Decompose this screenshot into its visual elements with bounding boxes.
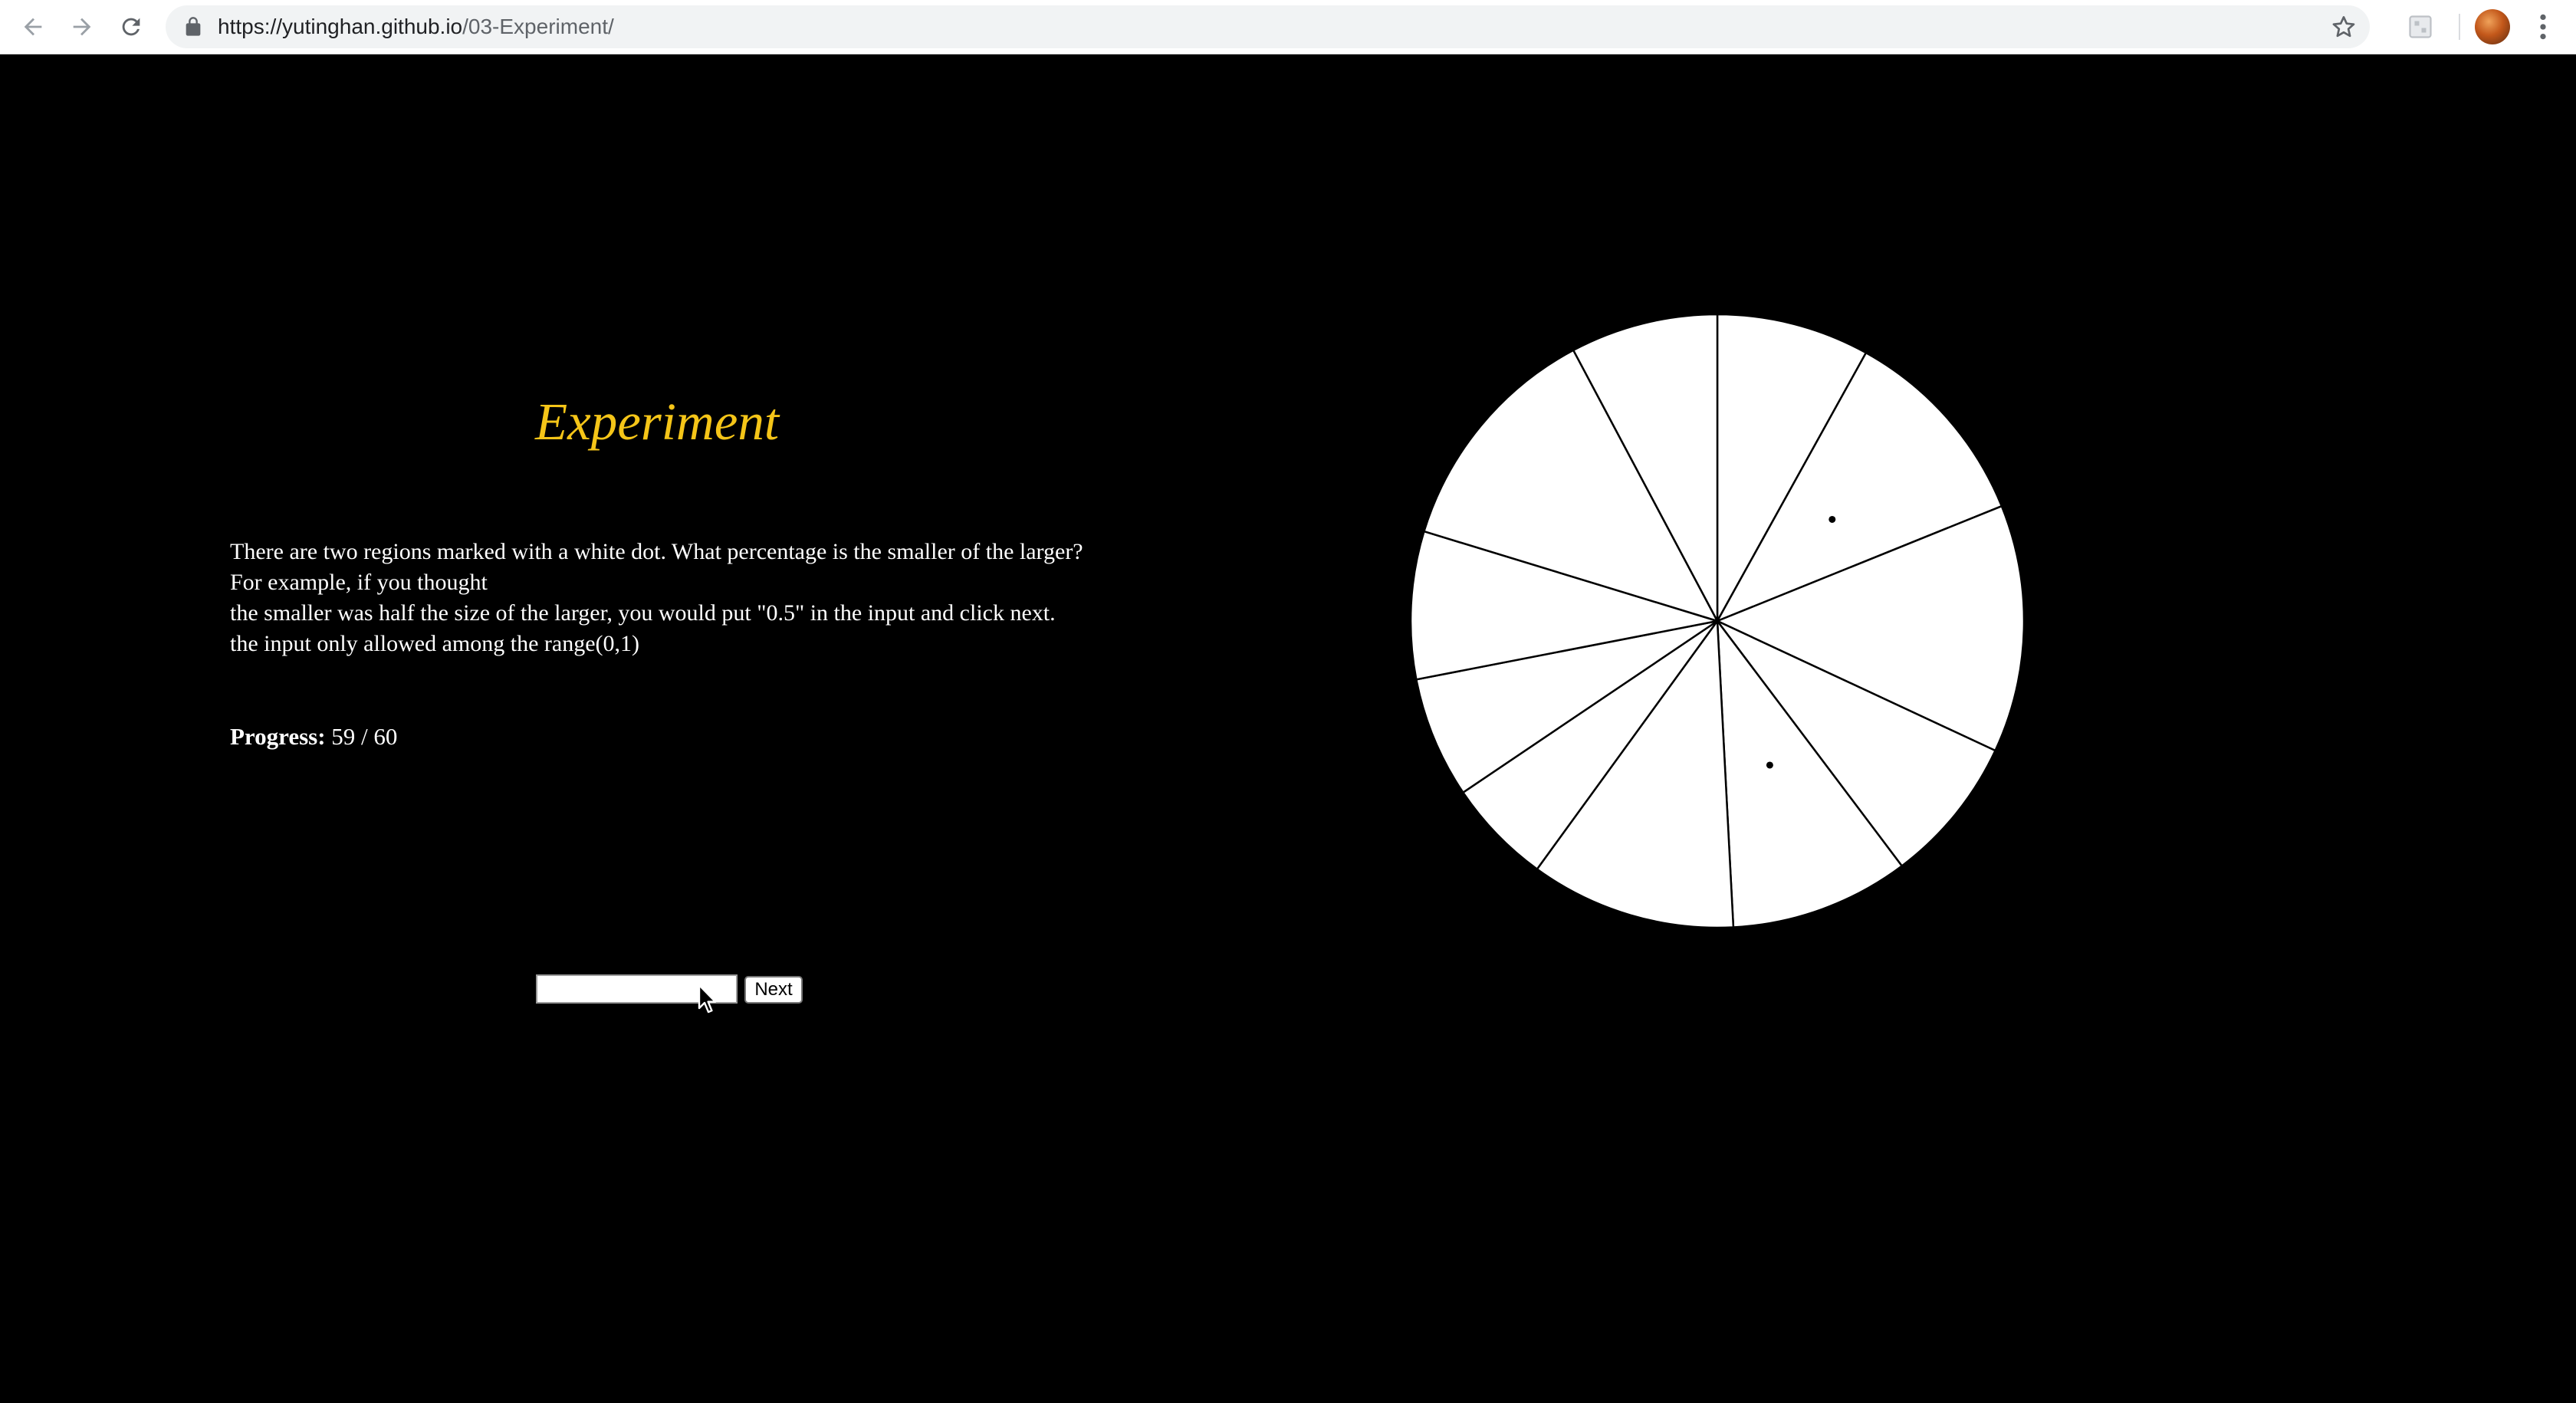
reload-button[interactable]: [113, 9, 149, 44]
next-button[interactable]: Next: [744, 976, 803, 1004]
instruction-line: the smaller was half the size of the lar…: [230, 600, 1056, 626]
reload-icon: [122, 18, 140, 36]
progress: Progress: 59 / 60: [230, 721, 397, 752]
toolbar-divider: [2459, 14, 2460, 40]
address-bar[interactable]: https://yutinghan.github.io/03-Experimen…: [166, 5, 2370, 48]
lock-icon[interactable]: [182, 16, 204, 38]
page-title: Experiment: [535, 393, 780, 451]
progress-label: Progress:: [230, 723, 326, 750]
progress-value: 59 / 60: [331, 723, 398, 750]
url-path: /03-Experiment/: [462, 15, 614, 38]
instructions: There are two regions marked with a whit…: [230, 537, 1227, 659]
forward-arrow-icon: [73, 18, 91, 36]
url-host: https://yutinghan.github.io: [218, 15, 463, 38]
mouse-cursor-icon: [698, 984, 717, 1014]
forward-button[interactable]: [64, 9, 100, 44]
instruction-line: For example, if you thought: [230, 570, 488, 595]
extension-icon[interactable]: [2407, 13, 2434, 41]
slice-marker-dot: [1766, 761, 1773, 769]
url-text[interactable]: https://yutinghan.github.io/03-Experimen…: [218, 5, 614, 48]
back-button[interactable]: [15, 9, 51, 44]
back-arrow-icon: [24, 18, 42, 36]
browser-toolbar: https://yutinghan.github.io/03-Experimen…: [0, 0, 2576, 54]
instruction-line: the input only allowed among the range(0…: [230, 631, 640, 656]
profile-avatar[interactable]: [2475, 9, 2510, 44]
pie-chart: [1409, 313, 2026, 929]
slice-marker-dot: [1829, 515, 1836, 523]
menu-dots-icon[interactable]: [2530, 11, 2556, 43]
star-icon[interactable]: [2331, 15, 2356, 39]
instruction-line: There are two regions marked with a whit…: [230, 539, 1083, 564]
